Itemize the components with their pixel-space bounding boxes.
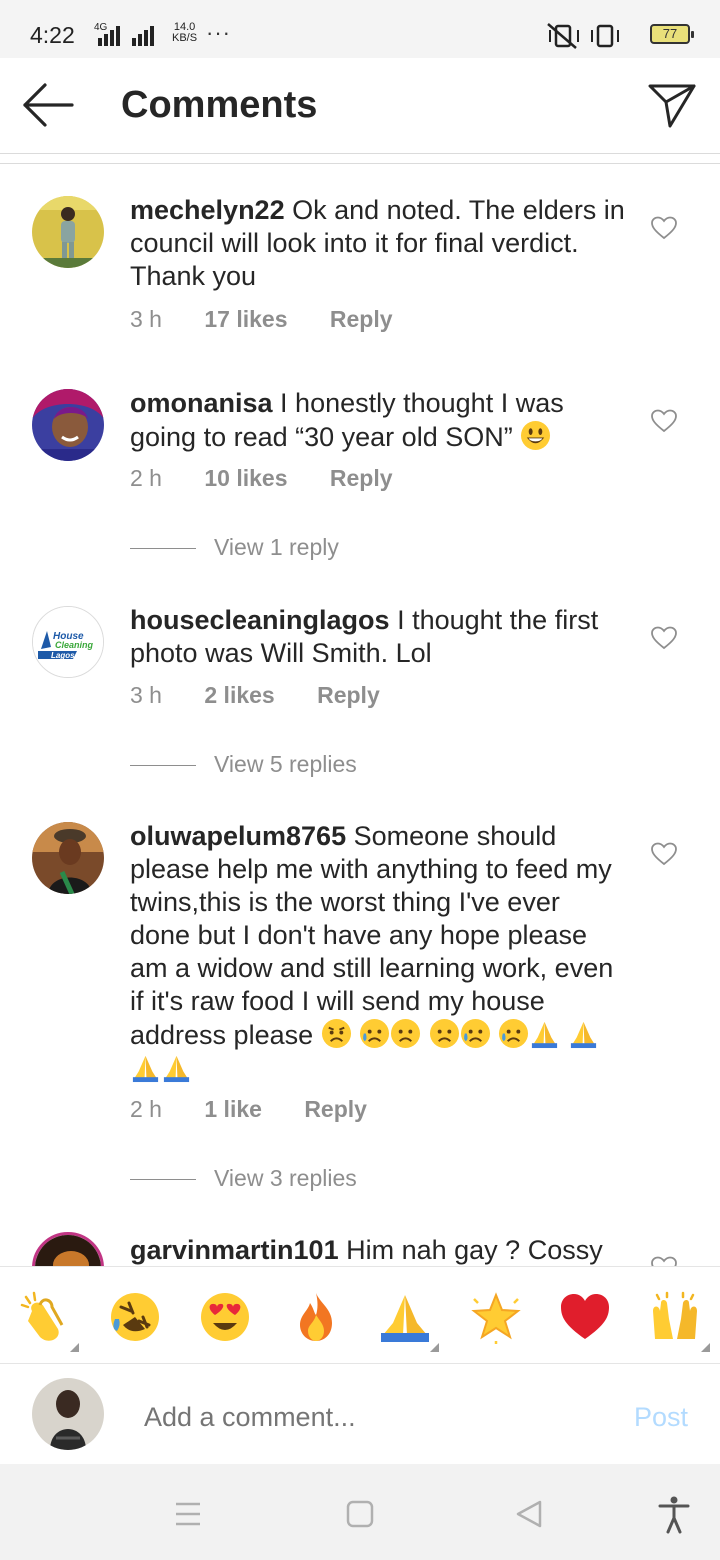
comment-likes[interactable]: 2 likes [204, 682, 274, 708]
home-icon[interactable] [340, 1494, 380, 1534]
heart-icon[interactable] [651, 842, 677, 866]
divider [130, 1179, 196, 1181]
comment-meta: 2 h 10 likes Reply [130, 465, 429, 492]
raising-hands-icon[interactable] [647, 1289, 703, 1345]
red-heart-icon[interactable] [557, 1289, 613, 1345]
view-replies-link[interactable]: View 5 replies [130, 751, 357, 778]
avatar[interactable]: House Cleaning Lagos [32, 606, 104, 678]
view-replies-label: View 1 reply [214, 534, 339, 560]
avatar[interactable] [32, 1232, 104, 1266]
more-notifications-icon: ··· [206, 20, 231, 45]
comment-username[interactable]: oluwapelum8765 [130, 821, 346, 851]
send-icon[interactable] [646, 78, 698, 130]
battery-icon: 77 [650, 24, 694, 44]
folded-hands-emoji [163, 1055, 190, 1083]
heart-icon[interactable] [651, 626, 677, 650]
comment-username[interactable]: housecleaninglagos [130, 605, 390, 635]
comment-message: Someone should please help me with anyth… [130, 821, 614, 1050]
grinning-face-emoji [521, 420, 551, 451]
folded-hands-emoji [570, 1021, 596, 1049]
reply-button[interactable]: Reply [317, 682, 380, 708]
logo-text: Cleaning [55, 640, 94, 650]
avatar[interactable] [32, 822, 104, 894]
back-arrow-icon[interactable] [20, 80, 76, 130]
network-type: 4G [94, 22, 108, 33]
sad-sweat-emoji [391, 1018, 421, 1049]
comment-text: housecleaninglagos I thought the first p… [130, 604, 625, 670]
heart-eyes-icon[interactable] [197, 1289, 253, 1345]
view-replies-label: View 5 replies [214, 751, 357, 777]
avatar[interactable] [32, 196, 104, 268]
comment-meta: 3 h 2 likes Reply [130, 682, 416, 709]
comment-text: omonanisa I honestly thought I was going… [130, 387, 625, 454]
user-avatar[interactable] [32, 1378, 104, 1450]
folded-hands-emoji [132, 1055, 159, 1083]
comment-username[interactable]: omonanisa [130, 388, 273, 418]
comment-text: mechelyn22 Ok and noted. The elders in c… [130, 194, 625, 293]
folded-hands-emoji [532, 1021, 558, 1049]
comment-username[interactable]: mechelyn22 [130, 195, 285, 225]
comment-composer: Post [0, 1364, 720, 1464]
reply-button[interactable]: Reply [330, 465, 393, 491]
variant-indicator [70, 1343, 79, 1352]
sad-sweat-emoji [429, 1018, 459, 1049]
post-button[interactable]: Post [634, 1402, 688, 1433]
comment-time: 2 h [130, 465, 162, 491]
comments-list[interactable]: mechelyn22 Ok and noted. The elders in c… [0, 164, 720, 1266]
comment-input[interactable] [144, 1402, 584, 1433]
status-time: 4:22 [30, 22, 75, 48]
sad-sweat-emoji [321, 1018, 351, 1049]
star-icon[interactable] [468, 1289, 524, 1345]
variant-indicator [430, 1343, 439, 1352]
comment-meta: 3 h 17 likes Reply [130, 306, 429, 333]
menu-icon[interactable] [168, 1494, 208, 1534]
view-replies-link[interactable]: View 1 reply [130, 534, 339, 561]
clapping-hands-icon[interactable] [18, 1289, 74, 1345]
system-nav-bar [0, 1464, 720, 1560]
comment-username[interactable]: garvinmartin101 [130, 1235, 339, 1265]
reply-button[interactable]: Reply [330, 306, 393, 332]
heart-icon[interactable] [651, 409, 677, 433]
comment-text: garvinmartin101 Him nah gay ? Cossy [130, 1234, 625, 1266]
sad-sweat-emoji [460, 1018, 490, 1049]
status-bar: 4:22 4G 14.0 KB/S ··· 77 [0, 0, 720, 58]
comment-likes[interactable]: 1 like [204, 1096, 262, 1122]
avatar[interactable] [32, 389, 104, 461]
comment-time: 3 h [130, 682, 162, 708]
heart-icon[interactable] [651, 216, 677, 240]
folded-hands-icon[interactable] [377, 1289, 433, 1345]
comment-text: oluwapelum8765 Someone should please hel… [130, 820, 625, 1086]
logo-text: Lagos [51, 651, 75, 660]
view-replies-label: View 3 replies [214, 1165, 357, 1191]
network-speed: 14.0 KB/S [172, 22, 197, 44]
divider [130, 765, 196, 767]
comment-likes[interactable]: 10 likes [204, 465, 287, 491]
sad-sweat-emoji [360, 1018, 390, 1049]
rolling-laughing-icon[interactable] [107, 1289, 163, 1345]
comment-likes[interactable]: 17 likes [204, 306, 287, 332]
reply-button[interactable]: Reply [304, 1096, 367, 1122]
accessibility-icon[interactable] [654, 1494, 694, 1534]
heart-icon[interactable] [651, 1256, 677, 1266]
page-title: Comments [121, 84, 318, 126]
header: Comments [0, 58, 720, 154]
sad-sweat-emoji [499, 1018, 529, 1049]
comment-time: 2 h [130, 1096, 162, 1122]
speed-unit: KB/S [172, 32, 198, 44]
comment-meta: 2 h 1 like Reply [130, 1096, 403, 1123]
comment-time: 3 h [130, 306, 162, 332]
view-replies-link[interactable]: View 3 replies [130, 1165, 357, 1192]
divider [130, 548, 196, 550]
fire-icon[interactable] [288, 1289, 344, 1345]
back-icon[interactable] [510, 1494, 550, 1534]
variant-indicator [701, 1343, 710, 1352]
comment-message: Him nah gay ? Cossy [346, 1235, 603, 1265]
emoji-quick-bar [0, 1266, 720, 1364]
